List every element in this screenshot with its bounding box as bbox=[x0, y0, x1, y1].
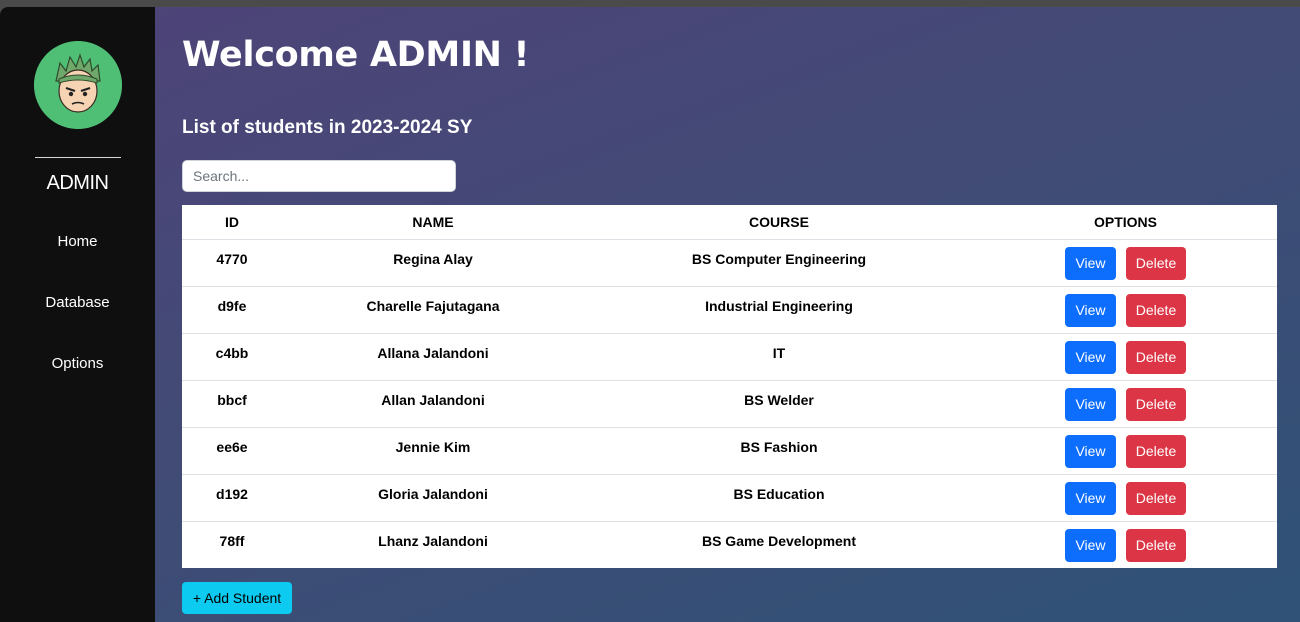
delete-button[interactable]: Delete bbox=[1126, 528, 1186, 562]
cell-course: Industrial Engineering bbox=[584, 286, 974, 334]
cell-course: BS Fashion bbox=[584, 427, 974, 475]
table-row: ee6e Jennie Kim BS Fashion View Delete bbox=[182, 427, 1277, 475]
cell-options: View Delete bbox=[974, 333, 1277, 381]
table-row: bbcf Allan Jalandoni BS Welder View Delet… bbox=[182, 380, 1277, 428]
sidebar-username: ADMIN bbox=[46, 172, 109, 194]
table-row: c4bb Allana Jalandoni IT View Delete bbox=[182, 333, 1277, 381]
cell-course: BS Welder bbox=[584, 380, 974, 428]
cell-name: Regina Alay bbox=[282, 239, 584, 287]
cell-name: Allana Jalandoni bbox=[282, 333, 584, 381]
delete-button[interactable]: Delete bbox=[1126, 246, 1186, 280]
column-header-course: COURSE bbox=[584, 205, 974, 240]
column-header-options: OPTIONS bbox=[974, 205, 1277, 240]
cell-course: BS Computer Engineering bbox=[584, 239, 974, 287]
sidebar-item-home[interactable]: Home bbox=[57, 211, 97, 272]
cell-course: BS Education bbox=[584, 474, 974, 522]
view-button[interactable]: View bbox=[1065, 528, 1116, 562]
cell-options: View Delete bbox=[974, 427, 1277, 475]
cell-options: View Delete bbox=[974, 380, 1277, 428]
delete-button[interactable]: Delete bbox=[1126, 293, 1186, 327]
delete-button[interactable]: Delete bbox=[1126, 387, 1186, 421]
sidebar-item-options[interactable]: Options bbox=[52, 333, 104, 394]
cell-id: c4bb bbox=[182, 333, 282, 381]
cell-course: IT bbox=[584, 333, 974, 381]
delete-button[interactable]: Delete bbox=[1126, 434, 1186, 468]
students-table: ID NAME COURSE OPTIONS 4770 Regina Alay … bbox=[182, 205, 1277, 568]
cell-options: View Delete bbox=[974, 286, 1277, 334]
cell-id: 4770 bbox=[182, 239, 282, 287]
view-button[interactable]: View bbox=[1065, 481, 1116, 515]
table-row: d192 Gloria Jalandoni BS Education View D… bbox=[182, 474, 1277, 522]
cell-id: d192 bbox=[182, 474, 282, 522]
cell-id: d9fe bbox=[182, 286, 282, 334]
search-input[interactable] bbox=[182, 160, 456, 192]
sidebar-nav: Home Database Options bbox=[45, 211, 109, 394]
delete-button[interactable]: Delete bbox=[1126, 340, 1186, 374]
avatar bbox=[33, 41, 122, 129]
column-header-name: NAME bbox=[282, 205, 584, 240]
cell-id: ee6e bbox=[182, 427, 282, 475]
view-button[interactable]: View bbox=[1065, 293, 1116, 327]
cell-options: View Delete bbox=[974, 239, 1277, 287]
cell-name: Charelle Fajutagana bbox=[282, 286, 584, 334]
view-button[interactable]: View bbox=[1065, 246, 1116, 280]
cell-options: View Delete bbox=[974, 474, 1277, 522]
table-header-row: ID NAME COURSE OPTIONS bbox=[182, 205, 1277, 240]
anime-character-avatar-icon bbox=[33, 41, 122, 129]
column-header-id: ID bbox=[182, 205, 282, 240]
table-row: 78ff Lhanz Jalandoni BS Game Development… bbox=[182, 521, 1277, 568]
sidebar-divider bbox=[34, 157, 121, 158]
table-row: d9fe Charelle Fajutagana Industrial Engi… bbox=[182, 286, 1277, 334]
view-button[interactable]: View bbox=[1065, 434, 1116, 468]
table-row: 4770 Regina Alay BS Computer Engineering… bbox=[182, 239, 1277, 287]
page-subtitle: List of students in 2023-2024 SY bbox=[182, 117, 473, 138]
cell-name: Jennie Kim bbox=[282, 427, 584, 475]
app-window: ADMIN Home Database Options Welcome ADMI… bbox=[0, 7, 1300, 622]
page-title: Welcome ADMIN ! bbox=[182, 35, 530, 75]
delete-button[interactable]: Delete bbox=[1126, 481, 1186, 515]
cell-name: Allan Jalandoni bbox=[282, 380, 584, 428]
cell-id: 78ff bbox=[219, 532, 245, 549]
add-student-button[interactable]: + Add Student bbox=[182, 582, 292, 614]
cell-name: Gloria Jalandoni bbox=[282, 474, 584, 522]
cell-name: Lhanz Jalandoni bbox=[378, 532, 488, 549]
sidebar: ADMIN Home Database Options bbox=[0, 7, 155, 622]
view-button[interactable]: View bbox=[1065, 387, 1116, 421]
cell-course: BS Game Development bbox=[701, 532, 857, 549]
cell-options: View Delete bbox=[974, 521, 1277, 568]
main-content: Welcome ADMIN ! List of students in 2023… bbox=[155, 7, 1300, 622]
cell-id: bbcf bbox=[182, 380, 282, 428]
sidebar-item-database[interactable]: Database bbox=[45, 272, 109, 333]
view-button[interactable]: View bbox=[1065, 340, 1116, 374]
